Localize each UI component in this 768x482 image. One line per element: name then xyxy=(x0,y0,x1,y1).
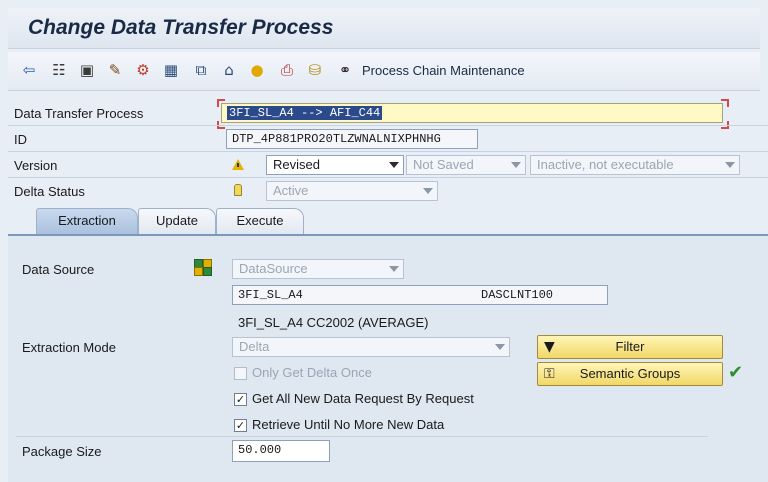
window-title: Change Data Transfer Process xyxy=(28,16,334,39)
transport-icon[interactable]: ⌂ xyxy=(220,61,238,79)
activate-icon[interactable]: ⚙ xyxy=(134,61,152,79)
retrieve-until-checkbox[interactable]: ✓ xyxy=(234,419,247,432)
tab-extraction[interactable]: Extraction xyxy=(36,208,138,234)
chevron-down-icon xyxy=(389,266,399,272)
process-chain-icon[interactable]: ⚭ xyxy=(336,61,354,79)
data-source-type-value: DataSource xyxy=(239,261,308,276)
application-toolbar: ⇦ ☷ ▣ ✎ ⚙ ▦ ⧉ ⌂ ● ⎙ ⛁ ⚭ Process Chain Ma… xyxy=(8,52,760,91)
only-delta-once-checkbox[interactable] xyxy=(234,367,247,380)
version-dropdown[interactable]: Revised xyxy=(266,155,404,175)
display-icon[interactable]: ▣ xyxy=(78,61,96,79)
extraction-mode-dropdown: Delta xyxy=(232,337,510,357)
delta-status-dropdown: Active xyxy=(266,181,438,201)
semantic-groups-button-label: Semantic Groups xyxy=(579,366,681,381)
data-source-label: Data Source xyxy=(22,262,95,277)
back-icon[interactable]: ⇦ xyxy=(20,61,38,79)
chevron-down-icon xyxy=(389,162,399,168)
row-divider xyxy=(8,125,768,126)
required-corner-tr xyxy=(721,99,729,107)
extraction-mode-label: Extraction Mode xyxy=(22,340,116,355)
process-chain-maintenance-button[interactable]: Process Chain Maintenance xyxy=(362,63,525,78)
database-icon[interactable]: ⛁ xyxy=(306,61,324,79)
retrieve-until-label: Retrieve Until No More New Data xyxy=(252,417,445,432)
extraction-mode-value: Delta xyxy=(239,339,270,354)
dtp-name-field[interactable]: 3FI_SL_A4 --> AFI_C44 xyxy=(221,103,723,123)
title-bar: Change Data Transfer Process xyxy=(8,8,760,49)
save-status-value: Not Saved xyxy=(413,157,474,172)
get-all-new-data-label: Get All New Data Request By Request xyxy=(252,391,474,406)
source-field: 3FI_SL_A4 DASCLNT100 xyxy=(232,285,608,305)
id-label: ID xyxy=(14,132,27,147)
chevron-down-icon xyxy=(511,162,521,168)
save-status-dropdown: Not Saved xyxy=(406,155,526,175)
edit-pencil-icon[interactable]: ✎ xyxy=(106,61,124,79)
get-all-new-data-checkbox[interactable]: ✓ xyxy=(234,393,247,406)
data-source-type-dropdown: DataSource xyxy=(232,259,404,279)
package-size-label: Package Size xyxy=(22,444,102,459)
chevron-down-icon xyxy=(495,344,505,350)
semantic-groups-button[interactable]: ⚿ Semantic Groups xyxy=(537,362,723,386)
exec-status-dropdown: Inactive, not executable xyxy=(530,155,740,175)
row-divider xyxy=(16,436,708,437)
checkmark-icon: ✔ xyxy=(728,362,744,383)
delta-status-label: Delta Status xyxy=(14,184,85,199)
chevron-down-icon xyxy=(423,188,433,194)
hierarchy-icon[interactable]: ☷ xyxy=(50,61,68,79)
source-name: 3FI_SL_A4 xyxy=(238,288,303,302)
source-system: DASCLNT100 xyxy=(481,288,554,302)
print-icon[interactable]: ⎙ xyxy=(278,61,296,79)
dtp-label: Data Transfer Process xyxy=(14,106,144,121)
only-delta-once-label: Only Get Delta Once xyxy=(252,365,372,380)
chevron-down-icon xyxy=(725,162,735,168)
required-corner-tl xyxy=(217,99,225,107)
info-icon[interactable]: ● xyxy=(248,61,266,79)
status-lamp-icon xyxy=(234,184,242,196)
dtp-name-selection: 3FI_SL_A4 --> AFI_C44 xyxy=(227,106,383,120)
exec-status-value: Inactive, not executable xyxy=(537,157,674,172)
tab-execute[interactable]: Execute xyxy=(216,208,304,234)
delta-status-value: Active xyxy=(273,183,309,198)
version-value: Revised xyxy=(273,157,320,172)
source-description: 3FI_SL_A4 CC2002 (AVERAGE) xyxy=(238,315,429,330)
row-divider xyxy=(8,151,768,152)
warning-icon xyxy=(232,159,244,170)
check-icon[interactable]: ▦ xyxy=(162,61,180,79)
tab-strip: Extraction Update Execute xyxy=(8,206,768,234)
package-size-input[interactable]: 50.000 xyxy=(232,440,330,462)
datasource-icon xyxy=(194,259,212,276)
version-label: Version xyxy=(14,158,58,173)
id-field: DTP_4P881PRO20TLZWNALNIXPHNHG xyxy=(226,129,478,149)
tab-update[interactable]: Update xyxy=(138,208,216,234)
row-divider xyxy=(8,177,768,178)
filter-button-label: Filter xyxy=(615,339,645,354)
sap-dtp-window: Change Data Transfer Process ⇦ ☷ ▣ ✎ ⚙ ▦… xyxy=(0,0,768,482)
copy-icon[interactable]: ⧉ xyxy=(192,61,210,79)
filter-button[interactable]: ▼ Filter xyxy=(537,335,723,359)
